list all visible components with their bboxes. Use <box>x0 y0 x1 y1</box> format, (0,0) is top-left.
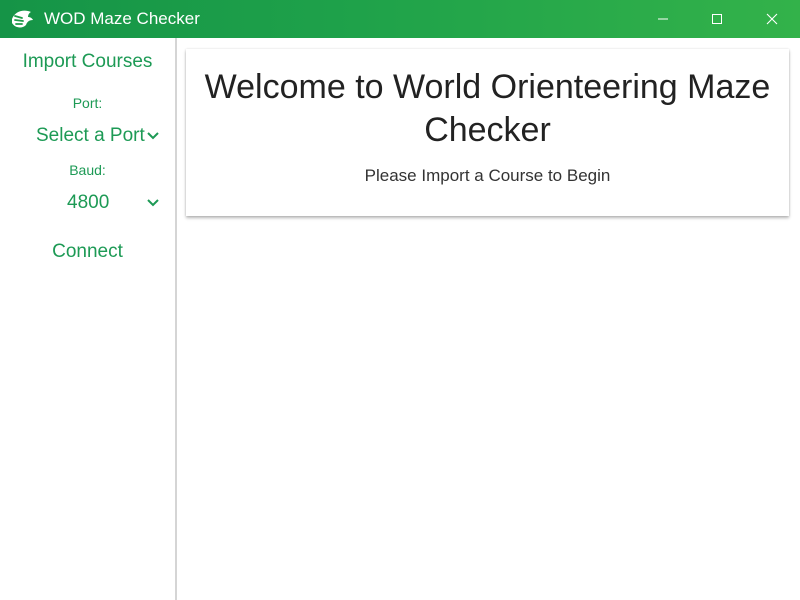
chevron-down-icon <box>147 132 159 140</box>
sidebar: Import Courses Port: Select a Port Baud:… <box>0 38 177 600</box>
minimize-icon <box>658 18 668 20</box>
welcome-title: Welcome to World Orienteering Maze Check… <box>204 68 771 149</box>
welcome-card: Welcome to World Orienteering Maze Check… <box>186 49 789 216</box>
minimize-button[interactable] <box>636 0 690 38</box>
baud-select-value: 4800 <box>67 192 110 213</box>
port-label: Port: <box>72 95 103 111</box>
import-courses-link[interactable]: Import Courses <box>0 51 175 73</box>
baud-label: Baud: <box>69 162 106 178</box>
connect-button[interactable]: Connect <box>0 241 175 263</box>
welcome-subtitle: Please Import a Course to Begin <box>364 166 611 185</box>
maximize-button[interactable] <box>690 0 744 38</box>
chevron-down-icon <box>147 199 159 207</box>
baud-select[interactable]: 4800 <box>36 192 166 216</box>
close-button[interactable] <box>745 0 799 38</box>
close-icon <box>766 13 778 25</box>
port-select-value: Select a Port <box>36 125 145 146</box>
orienteering-logo-icon <box>10 8 34 30</box>
window-title: WOD Maze Checker <box>44 9 200 28</box>
title-bar[interactable]: WOD Maze Checker <box>0 0 800 38</box>
maximize-icon <box>712 14 722 24</box>
port-select[interactable]: Select a Port <box>36 125 166 149</box>
